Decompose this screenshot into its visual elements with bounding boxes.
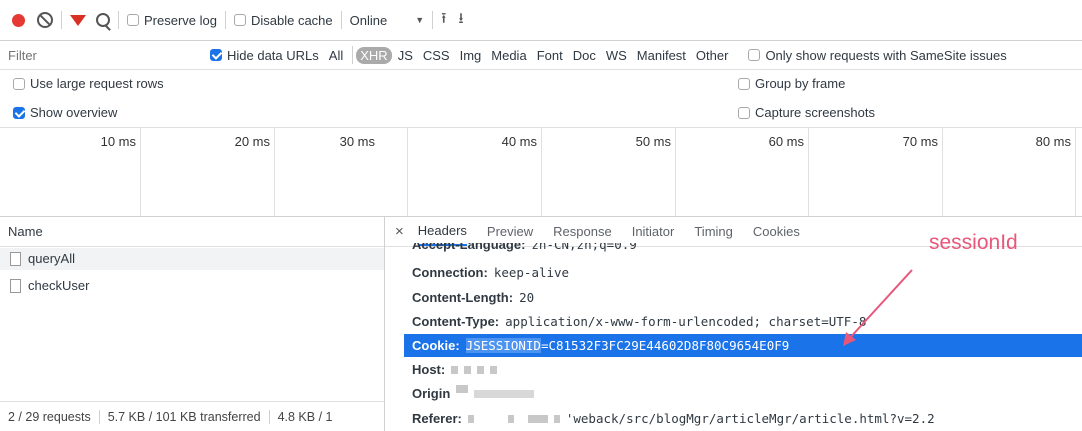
annotation-arrow (843, 269, 913, 346)
